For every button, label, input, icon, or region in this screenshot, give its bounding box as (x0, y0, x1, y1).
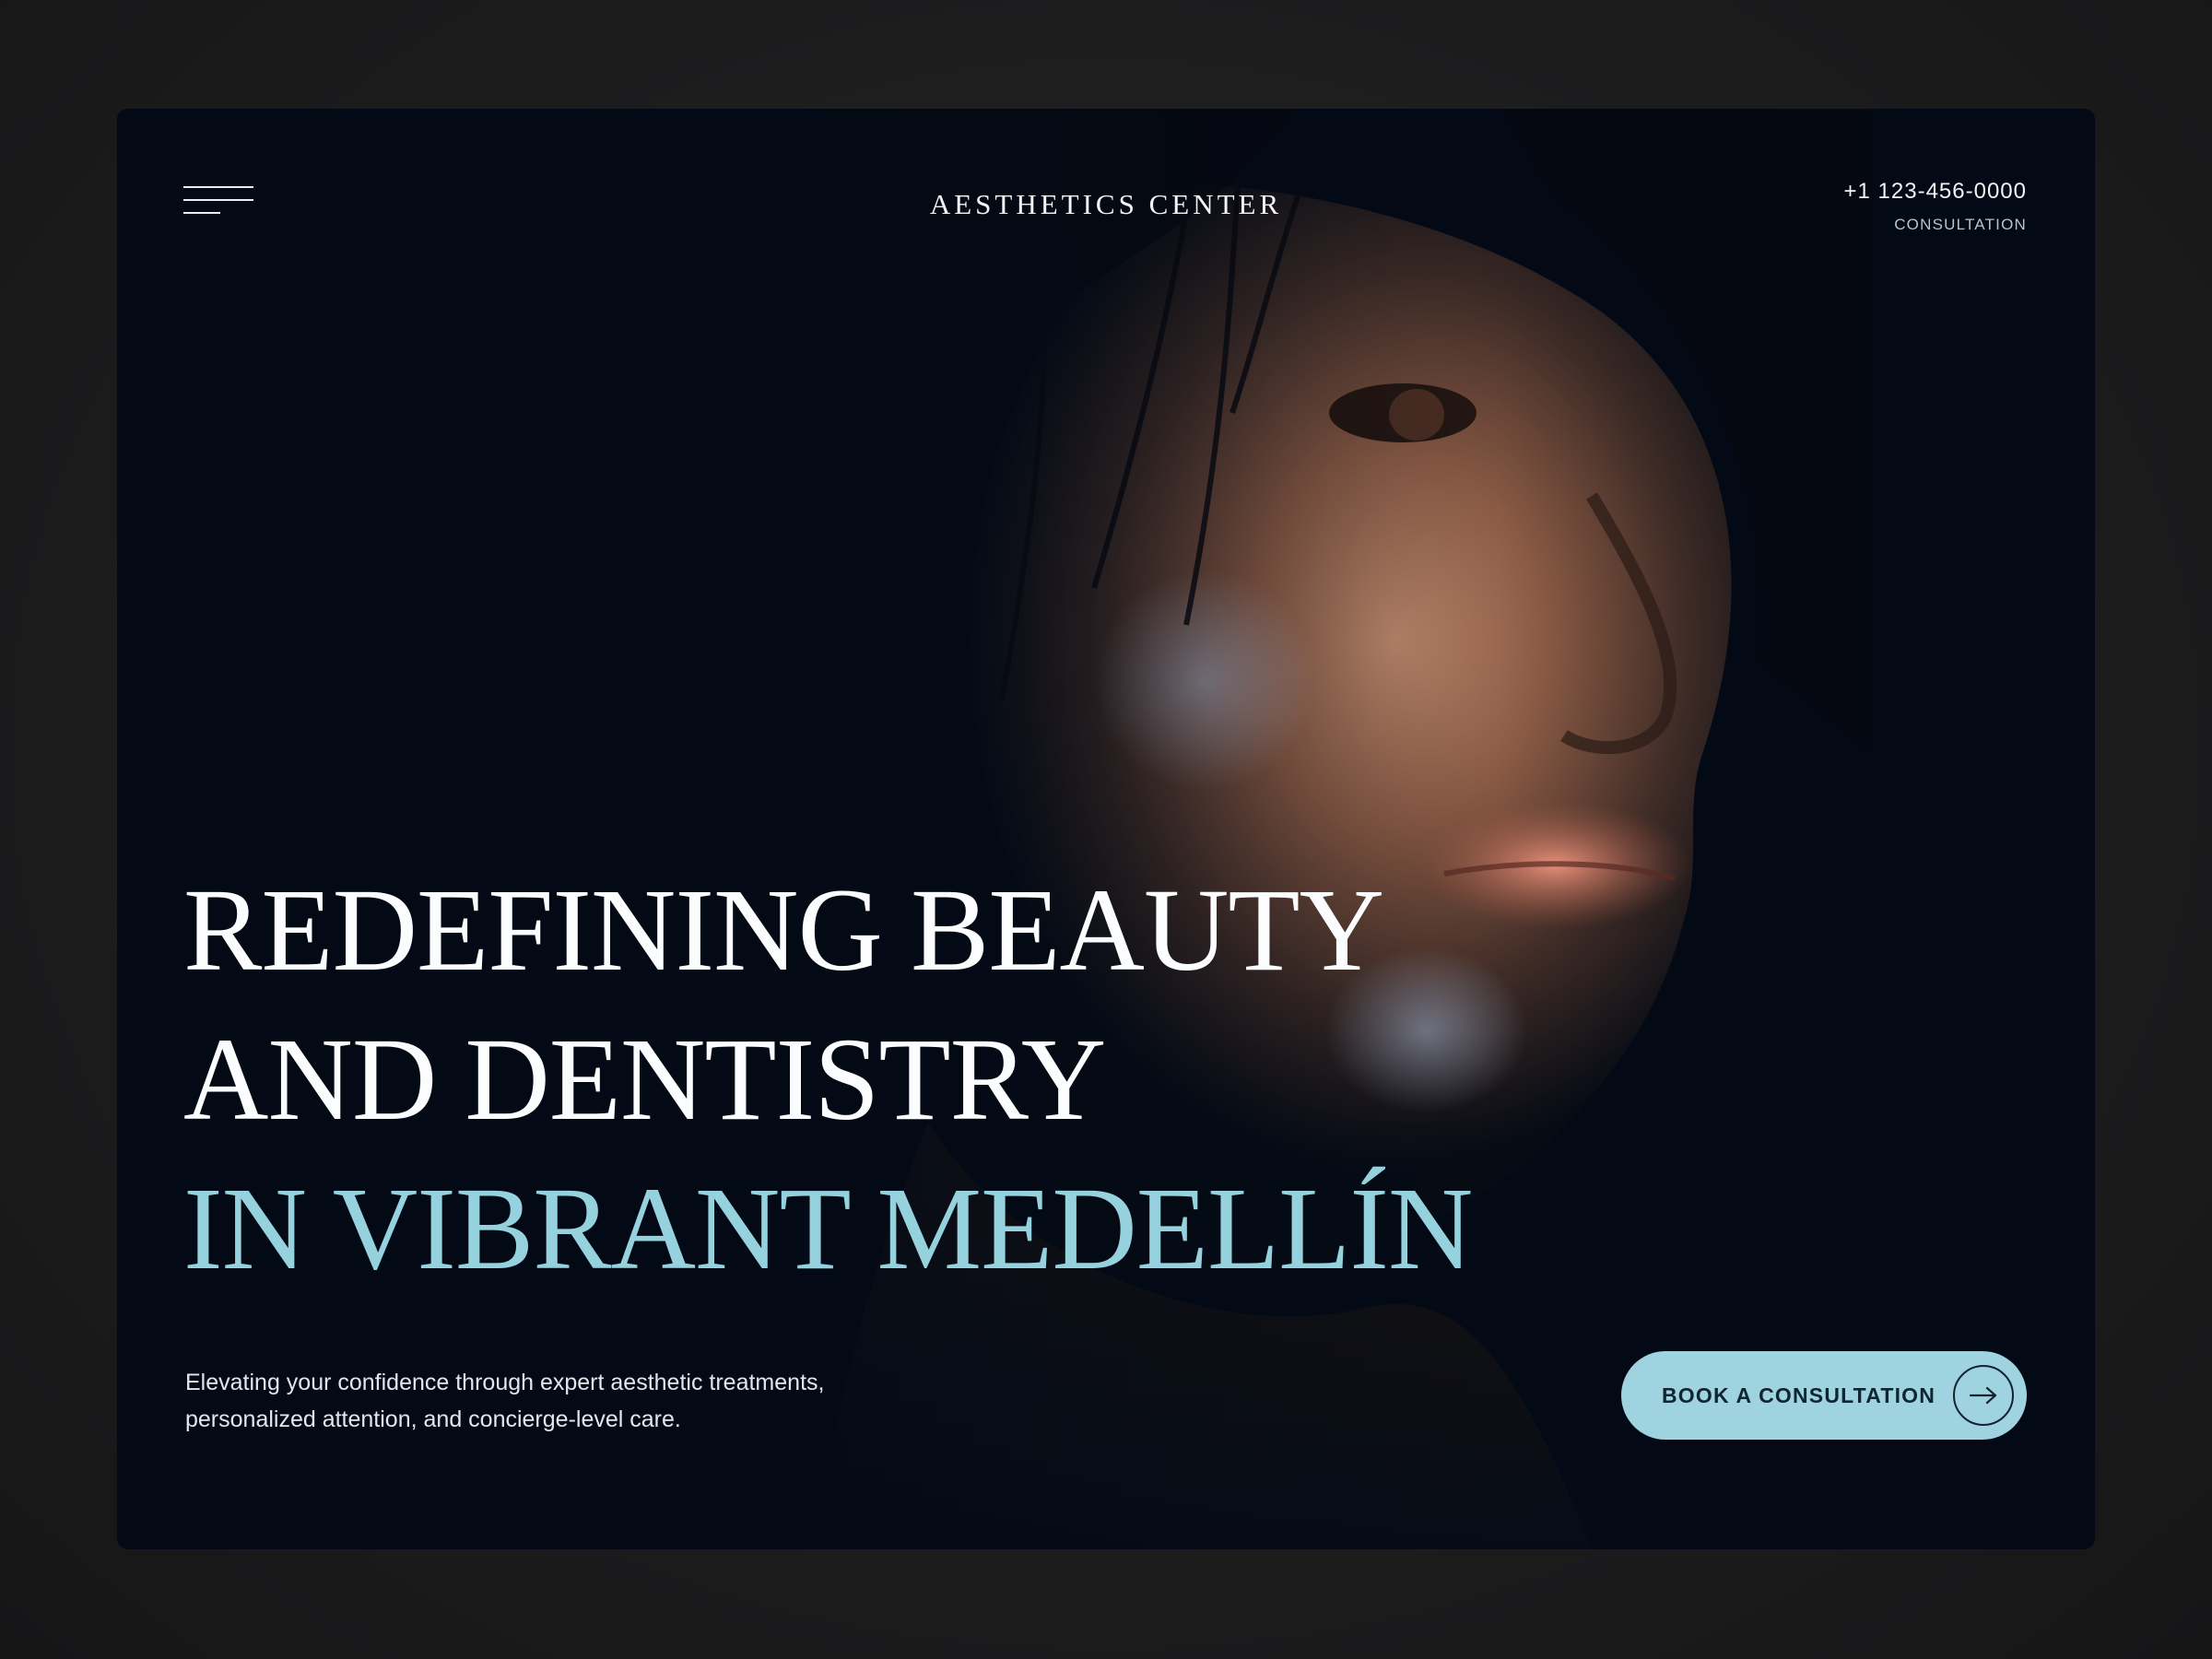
photo-overlay-bottom (117, 109, 2095, 1549)
brand-logo[interactable]: AESTHETICS CENTER (117, 188, 2095, 221)
header-contact: +1 123-456-0000 CONSULTATION (1844, 179, 2028, 234)
phone-link[interactable]: +1 123-456-0000 (1844, 179, 2028, 205)
description-line-1: Elevating your confidence through expert… (185, 1370, 825, 1395)
cta-label: BOOK A CONSULTATION (1662, 1382, 1936, 1407)
consultation-link[interactable]: CONSULTATION (1844, 216, 2028, 234)
description-line-2: personalized attention, and concierge-le… (185, 1406, 681, 1432)
hero-headline: REDEFINING BEAUTY AND DENTISTRY IN VIBRA… (183, 855, 1473, 1303)
headline-line-2: AND DENTISTRY (183, 1014, 1106, 1145)
headline-line-3: IN VIBRANT MEDELLÍN (183, 1163, 1473, 1294)
hero-frame: AESTHETICS CENTER +1 123-456-0000 CONSUL… (117, 109, 2095, 1549)
book-consultation-button[interactable]: BOOK A CONSULTATION (1621, 1351, 2027, 1440)
arrow-right-icon (1953, 1365, 2014, 1426)
hero-description: Elevating your confidence through expert… (185, 1364, 923, 1438)
headline-line-1: REDEFINING BEAUTY (183, 865, 1384, 995)
